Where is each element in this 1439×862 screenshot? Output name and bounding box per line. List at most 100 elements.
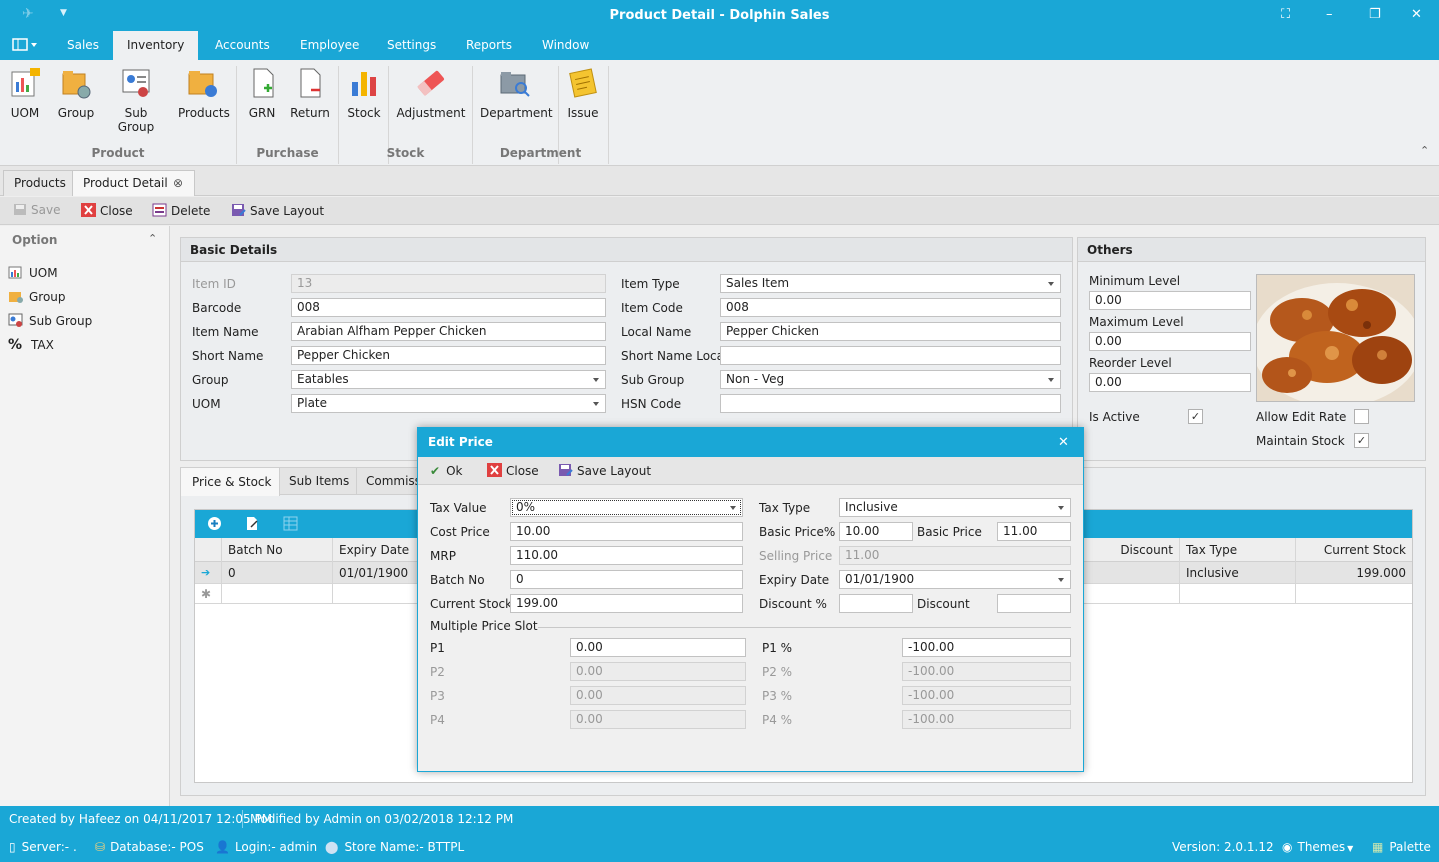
batch-no-label: Batch No	[430, 573, 485, 587]
fullscreen-icon[interactable]: ⛶	[1281, 7, 1290, 22]
ok-button[interactable]: ✔ Ok	[430, 464, 462, 478]
side-item-sub-group[interactable]: Sub Group	[8, 313, 92, 328]
sub-group-label: Sub Group	[621, 373, 685, 387]
cell-batch-no[interactable]: 0	[222, 562, 333, 584]
minimize-icon[interactable]: –	[1326, 7, 1333, 22]
maintain-stock-checkbox[interactable]: ✓	[1354, 433, 1369, 448]
col-discount[interactable]: Discount	[1085, 538, 1180, 562]
menu-inventory[interactable]: Inventory	[113, 31, 198, 60]
item-name-field[interactable]: Arabian Alfham Pepper Chicken	[291, 322, 606, 341]
cost-price-field[interactable]: 10.00	[510, 522, 743, 541]
menu-accounts[interactable]: Accounts	[201, 31, 284, 60]
col-expiry-date[interactable]: Expiry Date	[333, 538, 423, 562]
multiple-price-slot-label: Multiple Price Slot	[430, 619, 538, 633]
col-current-stock[interactable]: Current Stock	[1296, 538, 1412, 562]
uom-select[interactable]: Plate	[291, 394, 606, 413]
collapse-option-icon[interactable]: ⌃	[148, 232, 157, 245]
is-active-checkbox[interactable]: ✓	[1188, 409, 1203, 424]
batch-no-field[interactable]: 0	[510, 570, 743, 589]
department-icon	[500, 72, 530, 97]
product-image[interactable]	[1256, 274, 1415, 402]
hsn-code-field[interactable]	[720, 394, 1061, 413]
ribbon-grn-button[interactable]: GRN	[246, 66, 278, 120]
dialog-save-layout-button[interactable]: Save Layout	[558, 463, 651, 478]
cell-tax-type[interactable]: Inclusive	[1180, 562, 1296, 584]
close-button[interactable]: Close	[81, 203, 133, 218]
restore-icon[interactable]: ❐	[1369, 7, 1381, 22]
edit-row-icon[interactable]	[245, 516, 259, 534]
delete-row-icon[interactable]	[283, 516, 298, 534]
item-type-select[interactable]: Sales Item	[720, 274, 1061, 293]
dialog-close-icon[interactable]: ✕	[1058, 428, 1069, 457]
item-type-label: Item Type	[621, 277, 680, 291]
close-window-icon[interactable]: ✕	[1411, 7, 1422, 22]
mrp-field[interactable]: 110.00	[510, 546, 743, 565]
ribbon-uom-button[interactable]: UOM	[6, 66, 44, 120]
item-code-field[interactable]: 008	[720, 298, 1061, 317]
save-button[interactable]: Save	[13, 203, 60, 217]
menu-window[interactable]: Window	[528, 31, 603, 60]
cell-expiry-date[interactable]: 01/01/1900	[333, 562, 423, 584]
p1-field[interactable]: 0.00	[570, 638, 746, 657]
tab-products[interactable]: Products	[3, 170, 77, 196]
ribbon-issue-button[interactable]: Issue	[564, 66, 602, 120]
save-layout-button[interactable]: Save Layout	[231, 203, 324, 218]
side-item-tax[interactable]: % TAX	[8, 337, 54, 353]
col-batch-no[interactable]: Batch No	[222, 538, 333, 562]
current-stock-field[interactable]: 199.00	[510, 594, 743, 613]
add-row-icon[interactable]	[207, 516, 222, 534]
app-menu-icon[interactable]	[12, 38, 38, 52]
dialog-close-label: Close	[506, 464, 539, 478]
maximum-level-field[interactable]: 0.00	[1089, 332, 1251, 351]
eye-icon: ◉	[1282, 840, 1293, 854]
menu-settings[interactable]: Settings	[373, 31, 450, 60]
discount-field[interactable]	[997, 594, 1071, 613]
ribbon-stock-button[interactable]: Stock	[346, 66, 382, 120]
close-tab-icon[interactable]: ⊗	[173, 171, 183, 195]
tab-price-stock[interactable]: Price & Stock	[181, 468, 280, 496]
menu-reports[interactable]: Reports	[452, 31, 526, 60]
menu-employee[interactable]: Employee	[286, 31, 373, 60]
new-row-cell[interactable]	[222, 584, 333, 604]
palette-button[interactable]: ▦ Palette	[1372, 840, 1431, 854]
minimum-level-field[interactable]: 0.00	[1089, 291, 1251, 310]
expiry-date-select[interactable]: 01/01/1900	[839, 570, 1071, 589]
ribbon-products-button[interactable]: Products	[178, 66, 230, 120]
themes-button[interactable]: ◉ Themes ▼	[1282, 840, 1353, 854]
allow-edit-rate-checkbox[interactable]	[1354, 409, 1369, 424]
col-tax-type[interactable]: Tax Type	[1180, 538, 1296, 562]
tax-value-select[interactable]: 0%	[510, 498, 743, 517]
short-name-field[interactable]: Pepper Chicken	[291, 346, 606, 365]
new-row-cell[interactable]	[1180, 584, 1296, 604]
menu-sales[interactable]: Sales	[53, 31, 113, 60]
cell-current-stock[interactable]: 199.000	[1296, 562, 1412, 584]
current-stock-label: Current Stock	[430, 597, 513, 611]
tab-sub-items[interactable]: Sub Items	[280, 468, 357, 495]
ribbon-adjustment-button[interactable]: Adjustment	[396, 66, 466, 120]
ribbon-department-button[interactable]: Department	[480, 66, 553, 120]
side-item-uom[interactable]: UOM	[8, 265, 58, 280]
reorder-level-field[interactable]: 0.00	[1089, 373, 1251, 392]
tax-type-select[interactable]: Inclusive	[839, 498, 1071, 517]
minimum-level-label: Minimum Level	[1089, 274, 1181, 288]
local-name-field[interactable]: Pepper Chicken	[720, 322, 1061, 341]
short-name-local-field[interactable]	[720, 346, 1061, 365]
sub-group-select[interactable]: Non - Veg	[720, 370, 1061, 389]
side-item-group[interactable]: Group	[8, 289, 66, 304]
cell-discount[interactable]	[1085, 562, 1180, 584]
basic-price-pct-field[interactable]: 10.00	[839, 522, 913, 541]
ribbon-sub-group-button[interactable]: Sub Group	[106, 66, 166, 134]
basic-price-field[interactable]: 11.00	[997, 522, 1071, 541]
p1-pct-field[interactable]: -100.00	[902, 638, 1071, 657]
ribbon-group-button[interactable]: Group	[57, 66, 95, 120]
barcode-field[interactable]: 008	[291, 298, 606, 317]
new-row-cell[interactable]	[1085, 584, 1180, 604]
group-select[interactable]: Eatables	[291, 370, 606, 389]
delete-button[interactable]: Delete	[152, 203, 210, 218]
dialog-close-button[interactable]: Close	[487, 463, 539, 478]
ribbon-return-button[interactable]: Return	[290, 66, 330, 120]
discount-pct-field[interactable]	[839, 594, 913, 613]
collapse-ribbon-icon[interactable]: ⌃	[1420, 144, 1429, 157]
tab-product-detail[interactable]: Product Detail ⊗	[72, 170, 195, 196]
server-text: Server:- .	[21, 840, 77, 854]
